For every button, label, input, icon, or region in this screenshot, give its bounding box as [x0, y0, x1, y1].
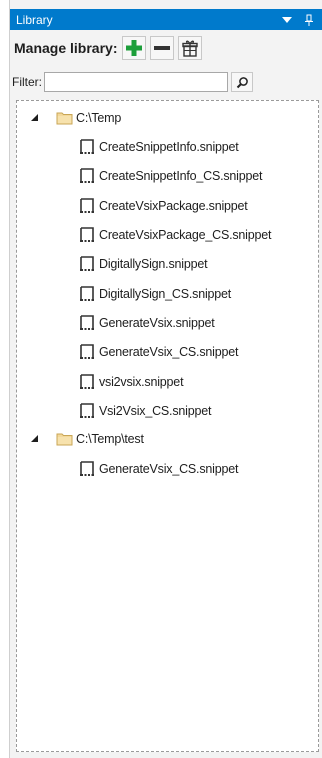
snippet-file-icon [79, 315, 95, 331]
snippet-file-icon [79, 374, 95, 390]
filter-label: Filter: [12, 75, 42, 89]
tree-file[interactable]: CreateSnippetInfo_CS.snippet [79, 165, 262, 187]
library-toolbar: Manage library: [10, 33, 322, 63]
tree-file[interactable]: DigitallySign_CS.snippet [79, 283, 231, 305]
add-icon [126, 40, 143, 56]
package-button[interactable] [178, 36, 203, 60]
snippet-file-icon [79, 461, 95, 477]
file-label: GenerateVsix.snippet [99, 316, 215, 330]
filter-search-button[interactable] [231, 72, 253, 92]
file-label: Vsi2Vsix_CS.snippet [99, 404, 212, 418]
snippet-file-icon [79, 168, 95, 184]
collapse-arrow-icon[interactable] [29, 112, 41, 124]
file-label: vsi2vsix.snippet [99, 375, 184, 389]
search-icon [236, 76, 248, 88]
tree-file[interactable]: CreateVsixPackage_CS.snippet [79, 224, 271, 246]
pin-icon[interactable] [303, 14, 315, 26]
file-label: GenerateVsix_CS.snippet [99, 345, 239, 359]
tree-file[interactable]: CreateVsixPackage.snippet [79, 195, 248, 217]
panel-left-edge [0, 0, 10, 758]
folder-icon [56, 111, 74, 125]
collapse-arrow-icon[interactable] [29, 433, 41, 445]
snippet-file-icon [79, 286, 95, 302]
file-label: DigitallySign_CS.snippet [99, 287, 232, 301]
tree-folder-temp[interactable]: C:\Temp [17, 107, 121, 129]
panel-title: Library [16, 12, 53, 27]
file-label: CreateSnippetInfo_CS.snippet [99, 169, 263, 183]
panel-titlebar[interactable]: Library [10, 9, 322, 30]
tree-file[interactable]: GenerateVsix_CS.snippet [79, 458, 238, 480]
tree-file[interactable]: DigitallySign.snippet [79, 253, 208, 275]
file-label: CreateVsixPackage_CS.snippet [99, 228, 272, 242]
filter-input[interactable] [44, 72, 228, 92]
file-label: DigitallySign.snippet [99, 257, 208, 271]
remove-icon [154, 46, 171, 50]
snippet-file-icon [79, 403, 95, 419]
titlebar-icons [281, 14, 322, 26]
snippet-file-icon [79, 344, 95, 360]
tree-file[interactable]: Vsi2Vsix_CS.snippet [79, 400, 211, 422]
library-panel: Library Manage library: Filter: C:\Temp … [0, 0, 322, 758]
tree-file[interactable]: vsi2vsix.snippet [79, 371, 184, 393]
manage-library-label: Manage library: [14, 40, 118, 56]
package-icon [182, 40, 199, 57]
filter-row: Filter: [10, 64, 322, 100]
tree-file[interactable]: GenerateVsix_CS.snippet [79, 341, 238, 363]
file-label: CreateVsixPackage.snippet [99, 199, 248, 213]
folder-icon [56, 432, 74, 446]
dropdown-arrow-icon[interactable] [281, 14, 293, 26]
tree-file[interactable]: CreateSnippetInfo.snippet [79, 136, 239, 158]
snippet-file-icon [79, 198, 95, 214]
file-label: GenerateVsix_CS.snippet [99, 462, 239, 476]
remove-button[interactable] [150, 36, 175, 60]
snippet-file-icon [79, 227, 95, 243]
tree-folder-temp-test[interactable]: C:\Temp\test [17, 428, 144, 450]
snippet-file-icon [79, 139, 95, 155]
file-label: CreateSnippetInfo.snippet [99, 140, 239, 154]
tree-file[interactable]: GenerateVsix.snippet [79, 312, 215, 334]
folder-label: C:\Temp [76, 111, 122, 125]
snippet-file-icon [79, 256, 95, 272]
folder-label: C:\Temp\test [76, 432, 144, 446]
snippet-tree[interactable]: C:\Temp CreateSnippetInfo.snippet Create… [16, 100, 319, 752]
add-button[interactable] [122, 36, 147, 60]
